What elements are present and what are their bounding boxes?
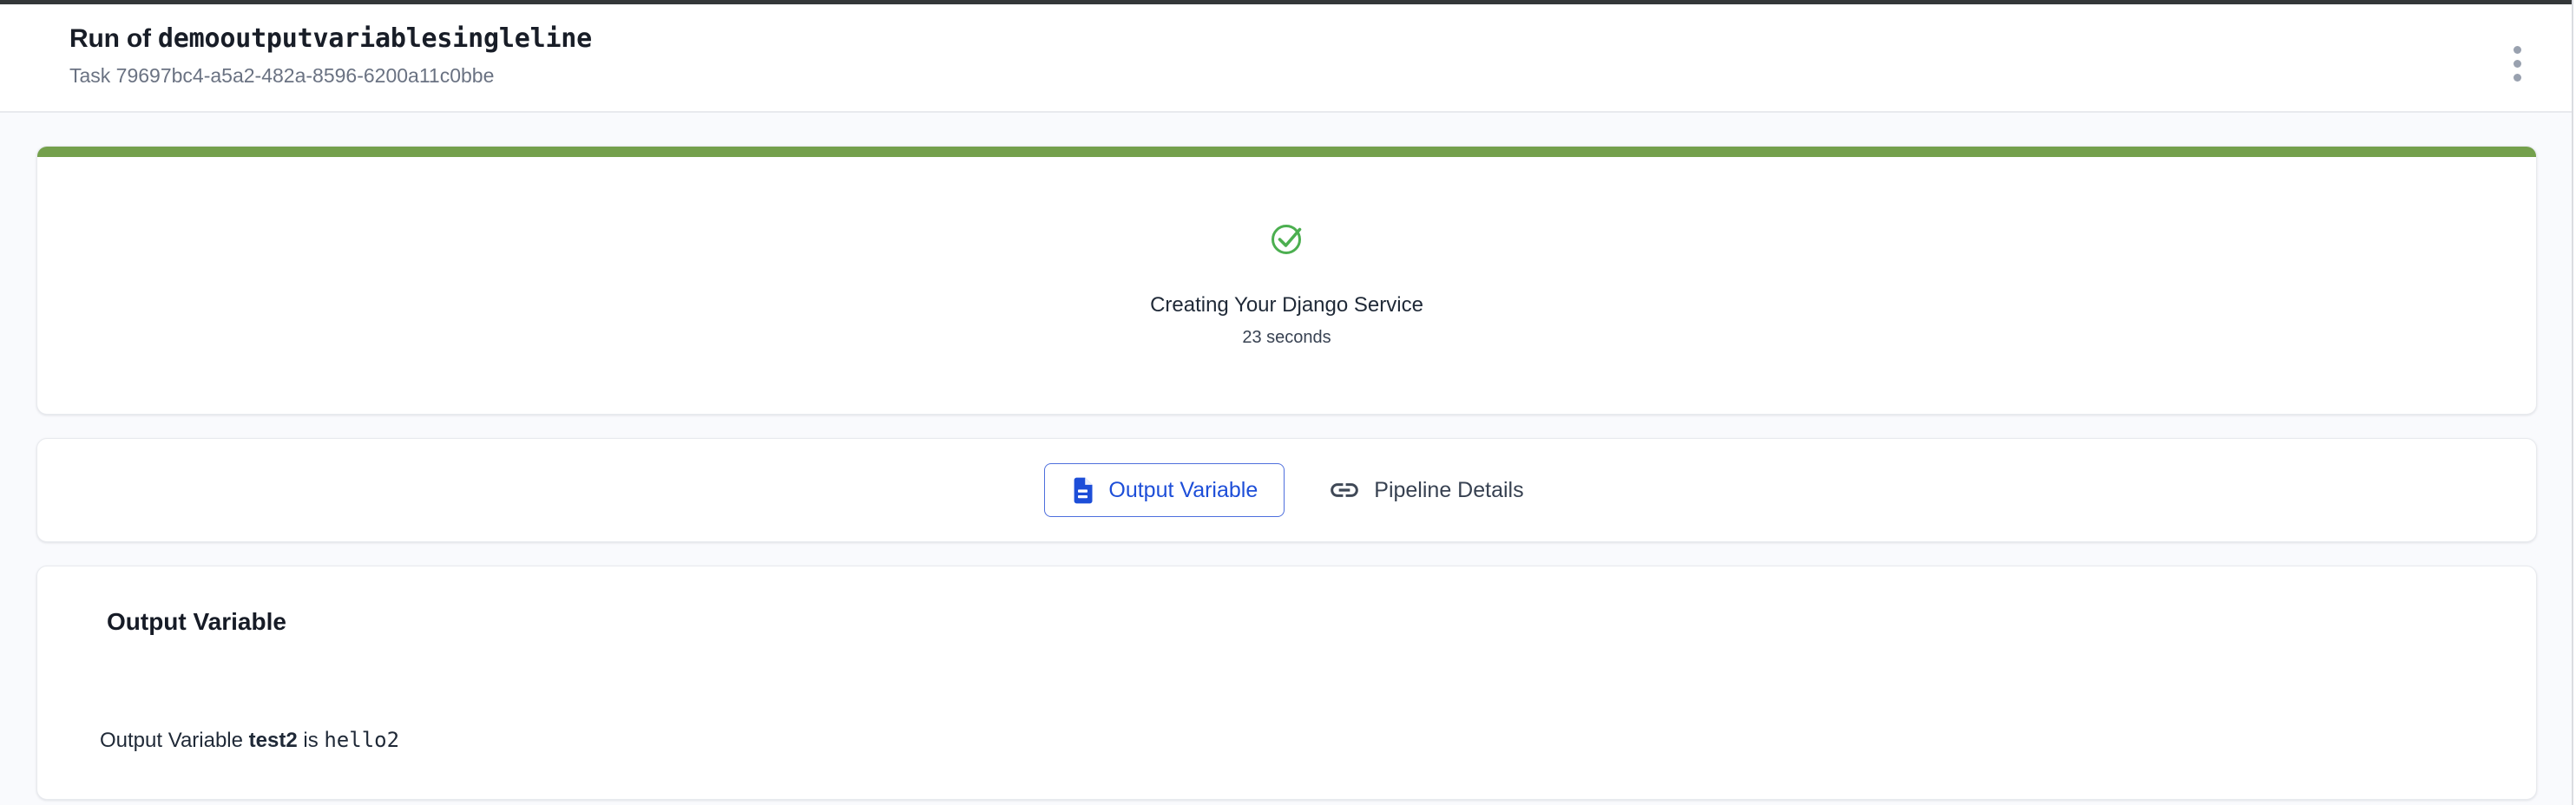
page-title-prefix: Run of xyxy=(69,24,158,53)
task-id-subtitle: Task 79697bc4-a5a2-482a-8596-6200a11c0bb… xyxy=(69,62,2507,88)
check-circle-icon xyxy=(1270,221,1304,256)
output-line-middle: is xyxy=(298,729,325,752)
output-variable-value: hello2 xyxy=(324,728,399,752)
status-card: Creating Your Django Service 23 seconds xyxy=(36,146,2537,415)
link-icon xyxy=(1328,474,1361,507)
output-line-prefix: Output Variable xyxy=(100,729,249,752)
status-accent-bar xyxy=(37,147,2536,157)
tab-label: Pipeline Details xyxy=(1374,478,1523,503)
tabs-card: Output Variable Pipeline Details xyxy=(36,438,2537,542)
output-card-heading: Output Variable xyxy=(72,606,2501,638)
tab-pipeline-details[interactable]: Pipeline Details xyxy=(1323,463,1528,517)
scrollbar-edge xyxy=(2572,0,2576,805)
status-title: Creating Your Django Service xyxy=(1150,292,1423,318)
page-header: Run of demooutputvariablesingleline Task… xyxy=(0,4,2576,113)
tab-output-variable[interactable]: Output Variable xyxy=(1044,463,1285,517)
kebab-menu-icon[interactable] xyxy=(2500,41,2534,86)
run-name: demooutputvariablesingleline xyxy=(158,23,592,54)
output-variable-card: Output Variable Output Variable test2 is… xyxy=(36,566,2537,800)
tab-label: Output Variable xyxy=(1108,478,1258,503)
status-duration: 23 seconds xyxy=(1242,326,1331,349)
main-content: Creating Your Django Service 23 seconds … xyxy=(0,113,2576,800)
page-title: Run of demooutputvariablesingleline xyxy=(69,22,2507,56)
document-icon xyxy=(1071,476,1094,505)
output-variable-name: test2 xyxy=(249,729,298,752)
output-variable-line: Output Variable test2 is hello2 xyxy=(72,726,2501,755)
